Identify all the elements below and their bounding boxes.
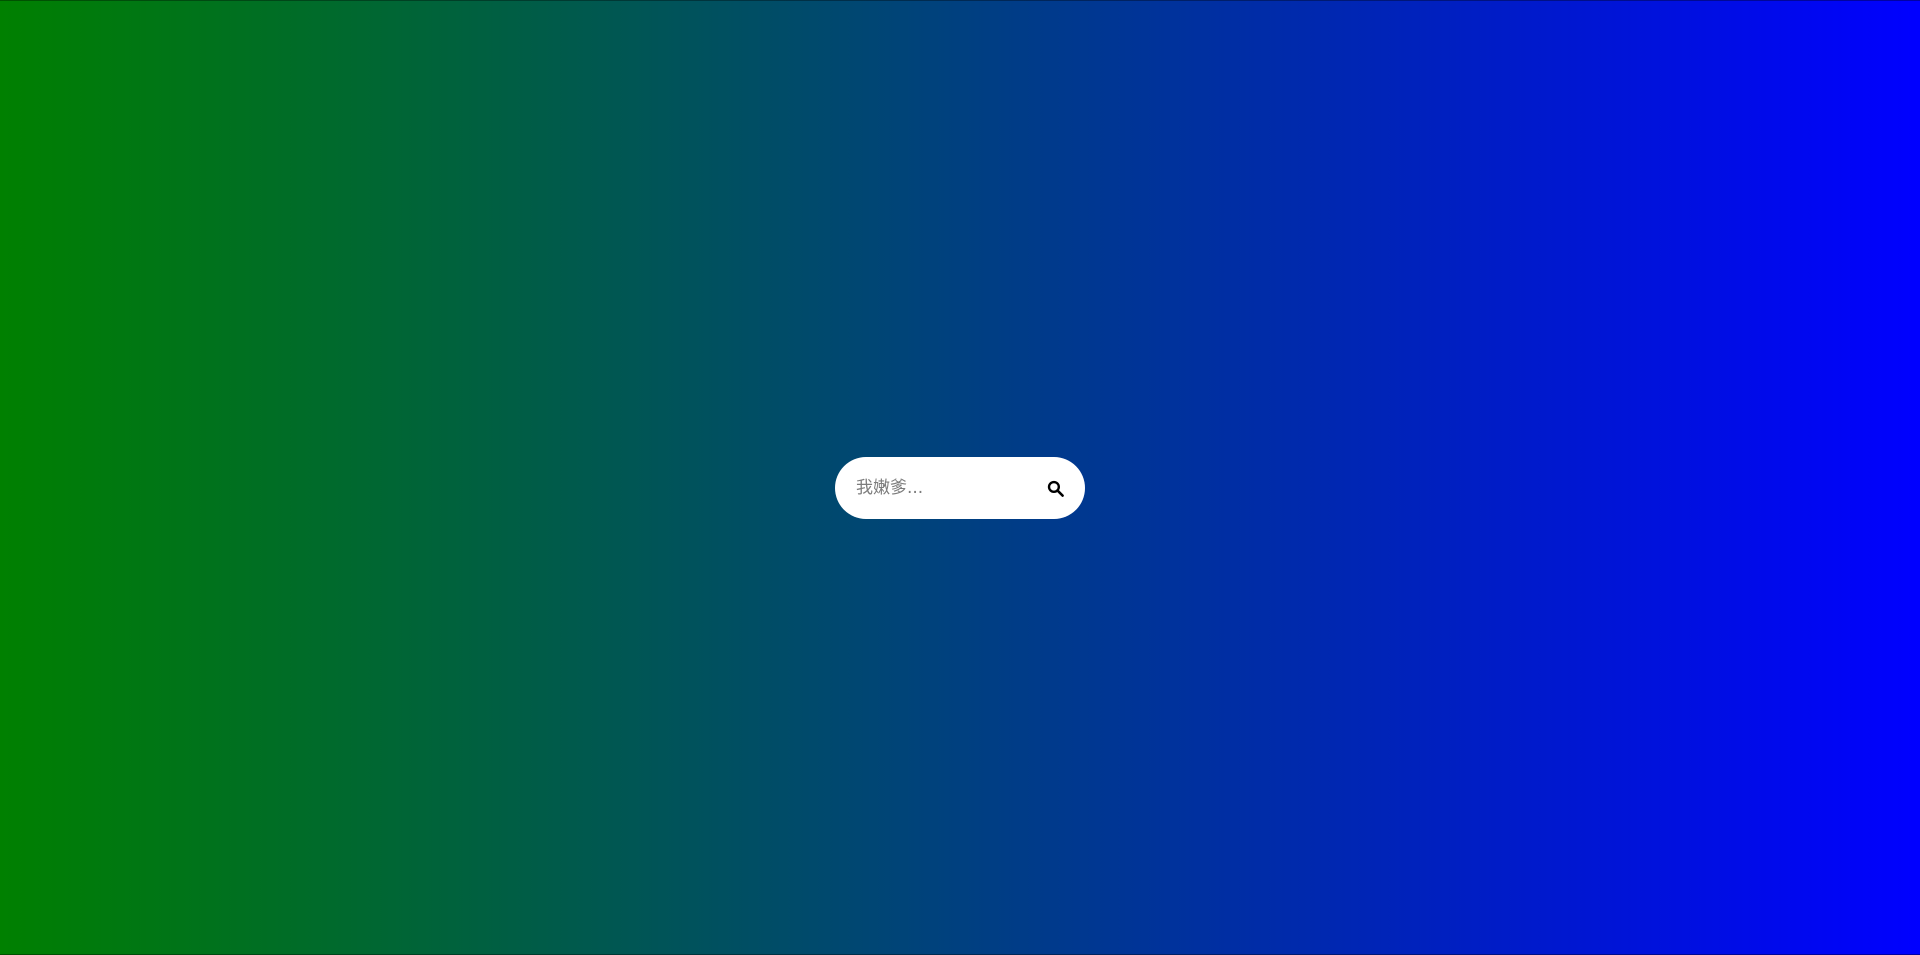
search-box xyxy=(835,457,1085,519)
search-icon xyxy=(1046,479,1065,498)
top-border xyxy=(0,0,1920,1)
search-button[interactable] xyxy=(1042,475,1068,501)
search-input[interactable] xyxy=(856,468,1026,508)
